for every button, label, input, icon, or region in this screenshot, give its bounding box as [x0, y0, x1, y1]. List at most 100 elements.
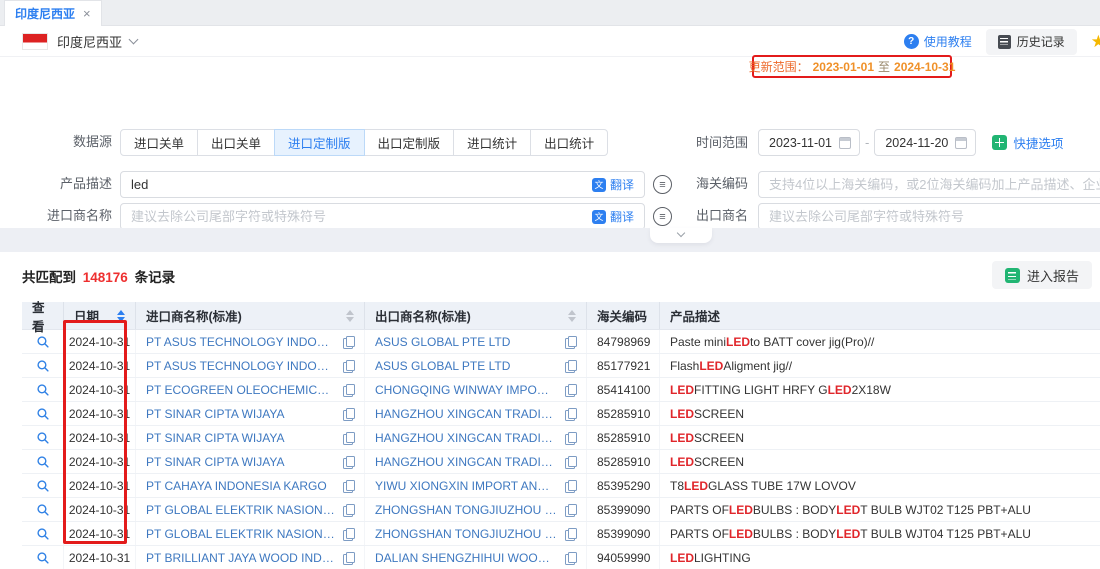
exporter-link[interactable]: ZHONGSHAN TONGJIUZHOU INTERNA... — [375, 503, 557, 517]
synonym-icon[interactable]: ≡ — [653, 175, 672, 194]
datasource-tab-4[interactable]: 出口定制版 — [364, 129, 455, 156]
table-row: 2024-10-31PT ECOGREEN OLEOCHEMICALSCHONG… — [22, 378, 1100, 402]
view-cell[interactable] — [22, 522, 64, 545]
chevron-down-icon[interactable] — [129, 35, 139, 45]
product-text: BULBS : BODY — [753, 527, 836, 541]
importer-input[interactable] — [131, 209, 592, 224]
magnifier-icon[interactable] — [36, 503, 50, 517]
copy-icon[interactable] — [565, 528, 576, 540]
importer-link[interactable]: PT GLOBAL ELEKTRIK NASIONAL — [146, 503, 335, 517]
copy-icon[interactable] — [565, 408, 576, 420]
copy-icon[interactable] — [565, 384, 576, 396]
country-selector-label[interactable]: 印度尼西亚 — [57, 32, 122, 51]
synonym-icon[interactable]: ≡ — [653, 207, 672, 226]
view-cell[interactable] — [22, 378, 64, 401]
column-header-3[interactable]: 进口商名称(标准) — [136, 302, 365, 329]
copy-icon[interactable] — [565, 456, 576, 468]
start-date-input[interactable]: 2023-11-01 — [758, 129, 860, 156]
column-header-4[interactable]: 出口商名称(标准) — [365, 302, 587, 329]
copy-icon[interactable] — [343, 456, 354, 468]
exporter-link[interactable]: DALIAN SHENGZHIHUI WOOD INDUST... — [375, 551, 557, 565]
sort-desc-icon — [568, 317, 576, 322]
importer-link[interactable]: PT SINAR CIPTA WIJAYA — [146, 431, 335, 445]
exporter-input[interactable] — [769, 209, 1100, 224]
copy-icon[interactable] — [565, 360, 576, 372]
exporter-link[interactable]: HANGZHOU XINGCAN TRADING CO LTD — [375, 455, 557, 469]
collapse-panel-handle[interactable] — [650, 228, 712, 243]
magnifier-icon[interactable] — [36, 479, 50, 493]
product-desc-input[interactable] — [131, 177, 592, 192]
exporter-link[interactable]: HANGZHOU XINGCAN TRADING CO LTD — [375, 431, 557, 445]
copy-icon[interactable] — [343, 480, 354, 492]
importer-link[interactable]: PT BRILLIANT JAYA WOOD INDUSTRY — [146, 551, 335, 565]
importer-link[interactable]: PT CAHAYA INDONESIA KARGO — [146, 479, 335, 493]
end-date-input[interactable]: 2024-11-20 — [874, 129, 976, 156]
importer-link[interactable]: PT SINAR CIPTA WIJAYA — [146, 407, 335, 421]
quick-options-link[interactable]: 快捷选项 — [992, 133, 1063, 152]
datasource-tab-5[interactable]: 进口统计 — [453, 129, 531, 156]
datasource-tab-6[interactable]: 出口统计 — [530, 129, 608, 156]
view-cell[interactable] — [22, 426, 64, 449]
importer-link[interactable]: PT ASUS TECHNOLOGY INDONESIA BA... — [146, 359, 335, 373]
datasource-tab-2[interactable]: 出口关单 — [197, 129, 275, 156]
magnifier-icon[interactable] — [36, 551, 50, 565]
importer-link[interactable]: PT ECOGREEN OLEOCHEMICALS — [146, 383, 335, 397]
copy-icon[interactable] — [565, 504, 576, 516]
exporter-link[interactable]: YIWU XIONGXIN IMPORT AND EXPORT... — [375, 479, 557, 493]
magnifier-icon[interactable] — [36, 527, 50, 541]
product-text: 2X18W — [852, 383, 891, 397]
product-text: LIGHTING — [694, 551, 751, 565]
importer-link[interactable]: PT ASUS TECHNOLOGY INDONESIA BA... — [146, 335, 335, 349]
question-icon: ? — [904, 34, 919, 49]
sort-icon[interactable] — [340, 310, 354, 322]
exporter-link[interactable]: ASUS GLOBAL PTE LTD — [375, 359, 557, 373]
magnifier-icon[interactable] — [36, 407, 50, 421]
close-icon[interactable]: × — [83, 7, 91, 20]
sort-icon[interactable] — [562, 310, 576, 322]
copy-icon[interactable] — [343, 384, 354, 396]
history-button[interactable]: 历史记录 — [986, 29, 1077, 55]
magnifier-icon[interactable] — [36, 359, 50, 373]
magnifier-icon[interactable] — [36, 335, 50, 349]
view-cell[interactable] — [22, 498, 64, 521]
copy-icon[interactable] — [565, 480, 576, 492]
view-cell[interactable] — [22, 354, 64, 377]
view-cell[interactable] — [22, 402, 64, 425]
date-cell: 2024-10-31 — [64, 330, 136, 353]
exporter-link[interactable]: CHONGQING WINWAY IMPORT AND E... — [375, 383, 557, 397]
view-cell[interactable] — [22, 546, 64, 569]
favorite-star-icon[interactable]: ★ — [1091, 32, 1100, 52]
magnifier-icon[interactable] — [36, 431, 50, 445]
tutorial-link[interactable]: ? 使用教程 — [904, 33, 972, 50]
magnifier-icon[interactable] — [36, 383, 50, 397]
column-header-2[interactable]: 日期 — [64, 302, 136, 329]
importer-link[interactable]: PT GLOBAL ELEKTRIK NASIONAL — [146, 527, 335, 541]
copy-icon[interactable] — [343, 504, 354, 516]
copy-icon[interactable] — [343, 336, 354, 348]
exporter-link[interactable]: ASUS GLOBAL PTE LTD — [375, 335, 557, 349]
copy-icon[interactable] — [565, 336, 576, 348]
highlighted-keyword: LED — [729, 527, 753, 541]
exporter-link[interactable]: ZHONGSHAN TONGJIUZHOU INTERNA... — [375, 527, 557, 541]
copy-icon[interactable] — [343, 408, 354, 420]
table-row: 2024-10-31PT SINAR CIPTA WIJAYAHANGZHOU … — [22, 450, 1100, 474]
copy-icon[interactable] — [565, 432, 576, 444]
copy-icon[interactable] — [343, 432, 354, 444]
copy-icon[interactable] — [343, 552, 354, 564]
country-tab[interactable]: 印度尼西亚 × — [4, 0, 102, 26]
view-cell[interactable] — [22, 450, 64, 473]
enter-report-button[interactable]: 进入报告 — [992, 261, 1092, 289]
datasource-tab-3[interactable]: 进口定制版 — [274, 129, 365, 156]
view-cell[interactable] — [22, 474, 64, 497]
copy-icon[interactable] — [343, 528, 354, 540]
magnifier-icon[interactable] — [36, 455, 50, 469]
datasource-tab-1[interactable]: 进口关单 — [120, 129, 198, 156]
sort-icon[interactable] — [111, 310, 125, 322]
customs-code-input[interactable] — [769, 177, 1100, 192]
translate-button[interactable]: 文 翻译 — [592, 176, 634, 193]
exporter-link[interactable]: HANGZHOU XINGCAN TRADING CO LTD — [375, 407, 557, 421]
importer-link[interactable]: PT SINAR CIPTA WIJAYA — [146, 455, 335, 469]
translate-button[interactable]: 文 翻译 — [592, 208, 634, 225]
copy-icon[interactable] — [343, 360, 354, 372]
copy-icon[interactable] — [565, 552, 576, 564]
